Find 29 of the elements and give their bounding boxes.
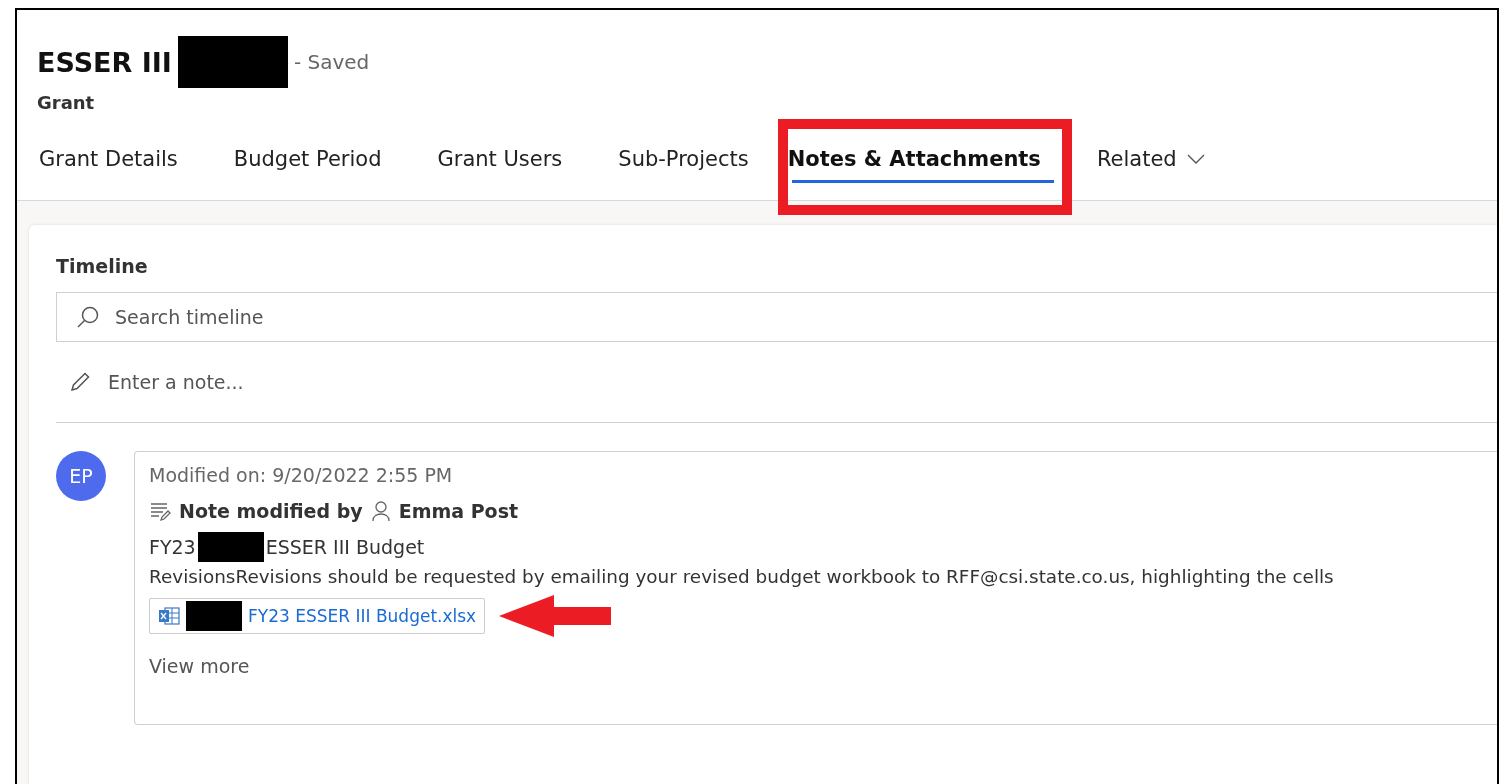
- action-text: Note modified by: [179, 500, 363, 522]
- tab[interactable]: Grant Users: [418, 133, 582, 191]
- spreadsheet-icon: [158, 606, 180, 626]
- note-icon: [149, 500, 171, 522]
- view-more-link[interactable]: View more: [149, 655, 250, 677]
- note-field[interactable]: Enter a note...: [106, 370, 1497, 394]
- search-icon: [76, 305, 100, 329]
- attachment-link[interactable]: FY23 ESSER III Budget.xlsx: [149, 598, 486, 634]
- person-icon: [370, 500, 391, 522]
- redaction-block: [197, 532, 264, 562]
- modified-date: Modified on: 9/20/2022 2:55 PM: [149, 464, 454, 486]
- tab[interactable]: Grant Details: [37, 133, 197, 191]
- save-status: - Saved: [293, 50, 370, 74]
- avatar: EP: [56, 451, 106, 501]
- tab[interactable]: Budget Period: [214, 133, 401, 191]
- search-field[interactable]: Search timeline: [56, 292, 1497, 342]
- pencil-icon: [68, 370, 92, 394]
- chevron-down-icon: [1186, 154, 1205, 164]
- author-name: Emma Post: [398, 500, 519, 522]
- record-title: ESSER III: [37, 46, 172, 78]
- note-subject: FY23: [149, 536, 196, 558]
- entity-label: Grant: [37, 92, 96, 113]
- section-title: Timeline: [56, 255, 149, 277]
- note-body: RevisionsRevisions should be requested by emailing your revised budget workbook to RFF@csi.state.co.us, highlighting the cells: [149, 566, 1335, 587]
- redaction-block: [186, 601, 242, 631]
- tab[interactable]: Sub-Projects: [599, 133, 768, 191]
- tab[interactable]: Notes & Attachments: [785, 133, 1060, 191]
- tab[interactable]: Related: [1077, 133, 1224, 191]
- note-subject: ESSER III Budget: [265, 536, 425, 558]
